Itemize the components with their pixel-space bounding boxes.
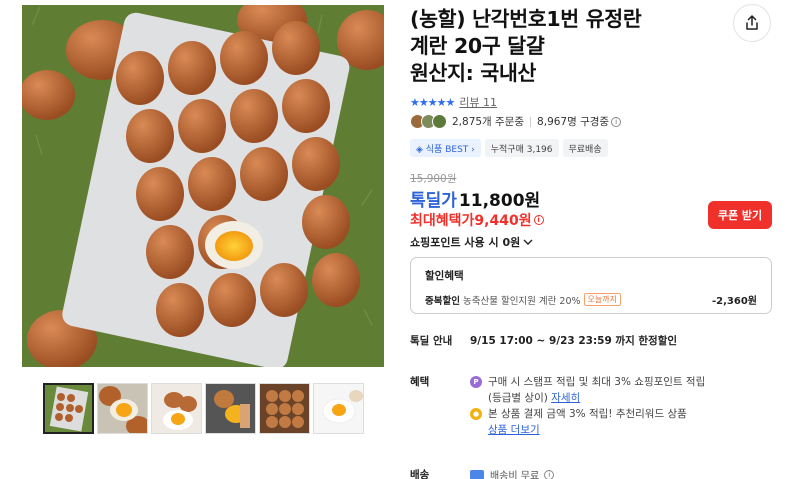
best-category-badge[interactable]: ◈ 식품 BEST ›	[410, 139, 481, 157]
truck-icon	[470, 469, 484, 479]
info-icon[interactable]: i	[544, 469, 555, 479]
egg-shape	[146, 225, 194, 279]
info-icon[interactable]: i	[533, 215, 544, 225]
benefit-line-1b-text: (등급별 상이)	[488, 392, 548, 404]
benefit-lines: P 구매 시 스탬프 적립 및 최대 3% 쇼핑포인트 적립 (등급별 상이) …	[470, 374, 780, 438]
thumbnail-2[interactable]	[97, 383, 148, 434]
points-label: 쇼핑포인트 사용 시	[410, 236, 499, 249]
main-product-image	[22, 5, 384, 367]
badge-row: ◈ 식품 BEST › 누적구매 3,196 무료배송	[410, 139, 608, 157]
today-only-tag: 오늘까지	[583, 293, 621, 306]
benefit-line-2b: 상품 더보기	[470, 422, 780, 438]
discount-heading: 할인혜택	[425, 270, 464, 282]
egg-shape	[178, 99, 226, 153]
thumbnail-5[interactable]	[259, 383, 310, 434]
shipping-label: 배송	[410, 469, 430, 479]
egg-shape	[260, 263, 308, 317]
coupon-button[interactable]: 쿠폰 받기	[708, 201, 772, 229]
egg-shape	[230, 89, 278, 143]
product-title: (농할) 난각번호1번 유정란 계란 20구 달걀 원산지: 국내산	[410, 6, 710, 87]
thumbnail-1[interactable]	[43, 383, 94, 434]
deal-info-text: 9/15 17:00 ~ 9/23 23:59 까지 한정할인	[470, 335, 678, 347]
social-proof-row: 2,875개 주문중 8,967명 구경중 i	[410, 114, 622, 129]
reward-icon: ●	[470, 408, 482, 420]
points-value: 0원	[502, 236, 521, 249]
benefit-label: 혜택	[410, 376, 430, 388]
egg-shape	[208, 273, 256, 327]
egg-shape	[292, 137, 340, 191]
avatar	[432, 114, 447, 129]
discount-amount: -2,360원	[712, 296, 757, 307]
viewer-count: 8,967명 구경중	[537, 116, 610, 128]
deal-info-label: 톡딜 안내	[410, 335, 453, 347]
thumbnail-6[interactable]	[313, 383, 364, 434]
thumbnail-4[interactable]	[205, 383, 256, 434]
deal-price: 11,800원	[458, 191, 541, 211]
buyer-avatars	[410, 114, 447, 129]
egg-shape	[188, 157, 236, 211]
title-line-3: 원산지: 국내산	[410, 61, 537, 85]
point-icon: P	[470, 376, 482, 388]
cumulative-purchase-badge: 누적구매 3,196	[484, 139, 559, 157]
shipping-value: 배송비 무료	[490, 471, 540, 479]
discount-box: 할인혜택 중복할인 농축산물 할인지원 계란 20% 오늘까지 -2,360원	[410, 257, 772, 314]
benefit-line-1b: (등급별 상이) 자세히	[470, 390, 780, 406]
deal-info-row: 톡딜 안내 9/15 17:00 ~ 9/23 23:59 까지 한정할인	[410, 333, 677, 348]
egg-shape	[312, 253, 360, 307]
egg-shape	[156, 283, 204, 337]
benefit-line-2-text: 본 상품 결제 금액 3% 적립! 추천리워드 상품	[488, 408, 687, 420]
egg-shape	[136, 167, 184, 221]
deal-price-label: 톡딜가	[410, 191, 457, 211]
divider	[530, 116, 532, 127]
points-dropdown[interactable]: 쇼핑포인트 사용 시 0원	[410, 234, 533, 250]
review-link[interactable]: 리뷰 11	[459, 94, 497, 110]
detail-link[interactable]: 자세히	[551, 392, 580, 404]
share-button[interactable]	[733, 4, 771, 42]
egg-shape	[126, 109, 174, 163]
star-rating-icon: ★★★★★	[410, 95, 455, 109]
thumbnail-3[interactable]	[151, 383, 202, 434]
thumbnail-list	[43, 383, 364, 434]
max-benefit-price: 9,440원	[474, 213, 532, 229]
order-count: 2,875개 주문중	[452, 116, 525, 128]
egg-shape	[272, 21, 320, 75]
discount-key: 중복할인	[425, 295, 460, 307]
info-icon[interactable]: i	[611, 116, 622, 127]
egg-shape	[282, 79, 330, 133]
chevron-down-icon	[523, 239, 533, 245]
title-line-2: 계란 20구 달걀	[410, 34, 545, 58]
deal-price-row: 톡딜가 11,800원	[410, 186, 540, 211]
benefit-line-2: ● 본 상품 결제 금액 3% 적립! 추천리워드 상품	[470, 406, 780, 422]
egg-shape	[220, 31, 268, 85]
benefit-line-1-text: 구매 시 스탬프 적립 및 최대 3% 쇼핑포인트 적립	[488, 376, 706, 388]
shipping-value-row: 배송비 무료 i	[470, 467, 555, 479]
more-products-link[interactable]: 상품 더보기	[488, 424, 540, 436]
original-price: 15,900원	[410, 173, 457, 185]
egg-shape	[302, 195, 350, 249]
egg-shape	[240, 147, 288, 201]
egg-shape	[168, 41, 216, 95]
share-icon	[746, 15, 758, 30]
title-line-1: (농할) 난각번호1번 유정란	[410, 7, 642, 31]
max-benefit-label: 최대혜택가	[410, 213, 475, 229]
benefit-line-1: P 구매 시 스탬프 적립 및 최대 3% 쇼핑포인트 적립	[470, 374, 780, 390]
rating-row: ★★★★★ 리뷰 11	[410, 94, 497, 110]
discount-line: 중복할인 농축산물 할인지원 계란 20% 오늘까지 -2,360원	[425, 292, 757, 307]
egg-shape	[116, 51, 164, 105]
max-benefit-row: 최대혜택가 9,440원 i	[410, 210, 544, 230]
discount-desc: 농축산물 할인지원 계란 20%	[462, 295, 581, 307]
free-shipping-badge: 무료배송	[562, 139, 608, 157]
